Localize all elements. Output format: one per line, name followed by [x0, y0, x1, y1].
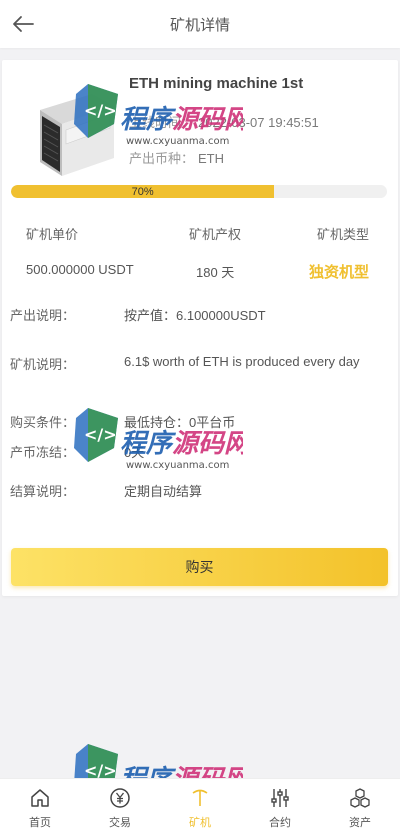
yen-coin-icon [108, 786, 132, 810]
term-label: 矿机产权 [189, 227, 242, 242]
info-value: 最低持仓：0平台币 [124, 415, 236, 430]
info-label: 结算说明： [10, 484, 76, 499]
info-value: 0天 [124, 445, 145, 460]
page-title: 矿机详情 [169, 16, 230, 34]
info-label: 产出说明： [10, 308, 76, 323]
term-value: 180 天 [196, 265, 235, 280]
buy-button[interactable]: 购买 [11, 548, 388, 586]
info-label: 矿机说明： [10, 357, 76, 372]
info-value: 定期自动结算 [124, 484, 203, 499]
online-time-row: 上线时间： 2022-03-07 19:45:51 [129, 112, 319, 131]
home-icon [28, 786, 52, 810]
info-label: 购买条件： [10, 415, 76, 430]
sliders-icon [268, 786, 292, 810]
progress-fill: 70% [11, 185, 275, 198]
back-button[interactable] [10, 12, 36, 36]
price-value: 500.000000 USDT [26, 262, 134, 277]
tab-label: 交易 [109, 817, 131, 829]
bottom-tab-bar: 首页 交易 矿机 合约 资产 [0, 778, 400, 835]
tab-label: 首页 [29, 817, 51, 829]
tab-miner[interactable]: 矿机 [160, 779, 240, 835]
progress-percent: 70% [131, 185, 154, 198]
type-label: 矿机类型 [317, 227, 370, 242]
tab-trade[interactable]: 交易 [80, 779, 160, 835]
tab-label: 资产 [349, 817, 371, 829]
tab-label: 矿机 [189, 817, 211, 829]
tab-contract[interactable]: 合约 [240, 779, 320, 835]
pickaxe-icon [188, 786, 212, 810]
tab-home[interactable]: 首页 [0, 779, 80, 835]
info-value: 6.1$ worth of ETH is produced every day [124, 354, 360, 369]
info-value: 按产值：6.100000USDT [124, 308, 266, 323]
output-coin-value: ETH [198, 151, 225, 166]
output-coin-label: 产出币种： [129, 151, 195, 166]
machine-name: ETH mining machine 1st [129, 75, 304, 92]
top-nav-bar: 矿机详情 [0, 0, 400, 48]
type-value: 独资机型 [309, 264, 370, 281]
price-label: 矿机单价 [26, 227, 79, 242]
online-time-label: 上线时间： [129, 115, 195, 130]
sales-progress-bar: 70% [11, 185, 387, 198]
cubes-icon [348, 786, 372, 810]
info-label: 产币冻结： [10, 445, 76, 460]
tab-assets[interactable]: 资产 [320, 779, 400, 835]
machine-detail-card: ETH mining machine 1st 上线时间： 2022-03-07 1… [2, 60, 398, 596]
tab-label: 合约 [269, 817, 291, 829]
arrow-left-icon [13, 16, 34, 32]
output-coin-row: 产出币种： ETH [129, 148, 224, 167]
online-time-value: 2022-03-07 19:45:51 [198, 115, 319, 130]
mining-machine-image [40, 94, 114, 176]
